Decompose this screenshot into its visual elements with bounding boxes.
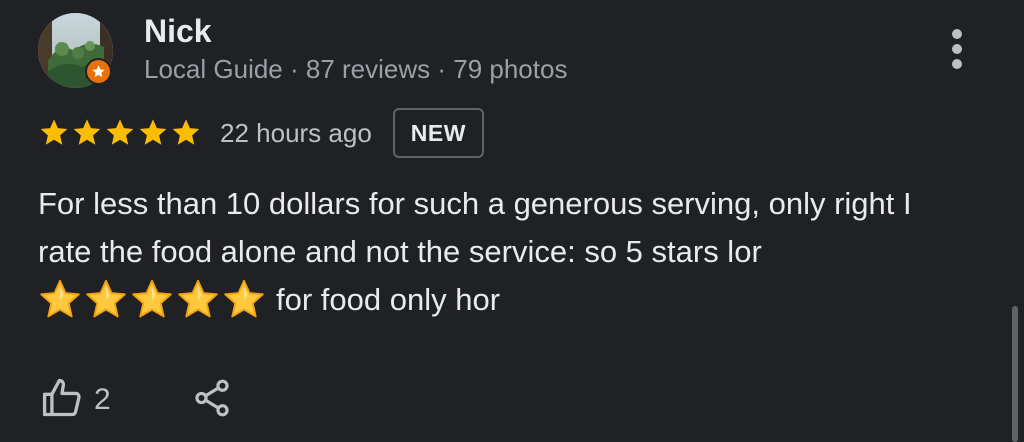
review-card: Nick Local Guide · 87 reviews · 79 photo… <box>0 0 1024 442</box>
star-emoji-icon <box>178 279 218 318</box>
review-time: 22 hours ago <box>220 117 372 148</box>
scrollbar[interactable] <box>1012 306 1018 442</box>
star-emoji-icon <box>86 279 126 318</box>
like-button[interactable]: 2 <box>40 376 111 425</box>
reviewer-name[interactable]: Nick <box>144 13 212 49</box>
share-button[interactable] <box>191 377 233 424</box>
review-actions: 2 <box>40 376 233 424</box>
star-filled-icon <box>73 119 101 145</box>
local-guide-star-icon <box>85 58 112 85</box>
star-emoji-icon <box>40 279 80 318</box>
star-filled-icon <box>139 119 167 145</box>
review-text: For less than 10 dollars for such a gene… <box>38 180 1008 324</box>
reviewer-meta: Local Guide · 87 reviews · 79 photos <box>144 54 568 84</box>
star-filled-icon <box>40 119 68 145</box>
more-vertical-icon[interactable] <box>940 25 974 73</box>
star-emoji-icon <box>224 279 264 318</box>
review-text-line: For less than 10 dollars for such a gene… <box>38 186 912 221</box>
avatar[interactable] <box>38 13 113 88</box>
star-filled-icon <box>172 119 200 145</box>
like-count: 2 <box>94 383 111 416</box>
emoji-stars <box>38 278 266 322</box>
star-emoji-icon <box>132 279 172 318</box>
rating-row: 22 hours ago NEW <box>38 107 484 159</box>
share-icon <box>191 377 233 424</box>
new-badge: NEW <box>392 108 484 158</box>
review-text-tail: for food only hor <box>276 282 501 317</box>
star-filled-icon <box>106 119 134 145</box>
review-text-line: rate the food alone and not the service:… <box>38 234 762 269</box>
star-rating <box>38 117 202 149</box>
review-text-line: for food only hor <box>38 276 1008 324</box>
thumbs-up-icon <box>40 376 84 425</box>
